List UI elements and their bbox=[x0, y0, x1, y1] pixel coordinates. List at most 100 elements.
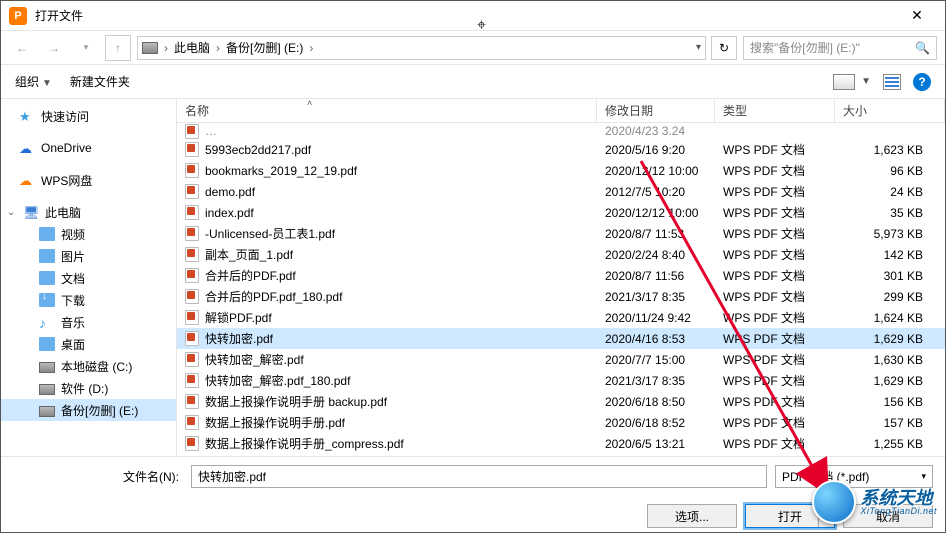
sidebar-item-drive-c[interactable]: 本地磁盘 (C:) bbox=[1, 355, 176, 377]
table-row[interactable]: 数据上报操作说明手册.pdf2020/6/18 8:52WPS PDF 文档15… bbox=[177, 412, 945, 433]
folder-icon bbox=[39, 271, 55, 285]
table-row[interactable]: 快转加密.pdf2020/4/16 8:53WPS PDF 文档1,629 KB bbox=[177, 328, 945, 349]
breadcrumb-sep-icon: › bbox=[309, 41, 313, 55]
address-dropdown-icon[interactable]: ▾ bbox=[696, 42, 701, 53]
file-type: WPS PDF 文档 bbox=[715, 393, 835, 410]
pdf-file-icon bbox=[185, 142, 199, 157]
cursor-icon: ⌖ bbox=[477, 17, 486, 35]
file-name: 数据上报操作说明手册_compress.pdf bbox=[205, 435, 404, 452]
table-row[interactable]: index.pdf2020/12/12 10:00WPS PDF 文档35 KB bbox=[177, 202, 945, 223]
nav-up-button[interactable]: ↑ bbox=[105, 35, 131, 61]
table-row[interactable]: 5993ecb2dd217.pdf2020/5/16 9:20WPS PDF 文… bbox=[177, 139, 945, 160]
filename-input[interactable] bbox=[191, 465, 767, 488]
file-name: 合并后的PDF.pdf bbox=[205, 267, 296, 284]
help-icon[interactable]: ? bbox=[913, 73, 931, 91]
search-placeholder: 搜索"备份[勿删] (E:)" bbox=[750, 39, 860, 56]
sidebar-item-video[interactable]: 视频 bbox=[1, 223, 176, 245]
file-size: 156 KB bbox=[835, 395, 945, 409]
file-size: 1,623 KB bbox=[835, 143, 945, 157]
file-size: 35 KB bbox=[835, 206, 945, 220]
nav-forward-button[interactable]: → bbox=[41, 35, 67, 61]
file-size: 1,624 KB bbox=[835, 311, 945, 325]
sidebar-item-onedrive[interactable]: ☁OneDrive bbox=[1, 137, 176, 159]
breadcrumb-root[interactable]: 此电脑 bbox=[174, 39, 210, 56]
nav-back-button[interactable]: ← bbox=[9, 35, 35, 61]
sidebar-item-desktop[interactable]: 桌面 bbox=[1, 333, 176, 355]
sidebar-item-wps[interactable]: ☁WPS网盘 bbox=[1, 169, 176, 191]
file-modified: 2020/12/12 10:00 bbox=[597, 164, 715, 178]
table-row[interactable]: demo.pdf2012/7/5 10:20WPS PDF 文档24 KB bbox=[177, 181, 945, 202]
pdf-file-icon bbox=[185, 394, 199, 409]
sort-indicator-icon: ˄ bbox=[307, 98, 312, 108]
file-name: -Unlicensed-员工表1.pdf bbox=[205, 225, 335, 242]
view-mode-button[interactable]: ▼ bbox=[833, 74, 871, 90]
file-name: bookmarks_2019_12_19.pdf bbox=[205, 164, 357, 178]
pdf-file-icon bbox=[185, 163, 199, 178]
preview-pane-button[interactable] bbox=[883, 74, 901, 90]
table-row[interactable]: 副本_页面_1.pdf2020/2/24 8:40WPS PDF 文档142 K… bbox=[177, 244, 945, 265]
folder-icon bbox=[39, 249, 55, 263]
nav-recent-button[interactable]: ▾ bbox=[73, 35, 99, 61]
file-modified: 2020/6/18 8:52 bbox=[597, 416, 715, 430]
table-row[interactable]: 数据上报操作说明手册 backup.pdf2020/6/18 8:50WPS P… bbox=[177, 391, 945, 412]
pdf-file-icon bbox=[185, 436, 199, 451]
sidebar-item-drive-d[interactable]: 软件 (D:) bbox=[1, 377, 176, 399]
breadcrumb-sep-icon: › bbox=[164, 41, 168, 55]
pdf-file-icon bbox=[185, 415, 199, 430]
file-modified: 2020/8/7 11:53 bbox=[597, 227, 715, 241]
pdf-file-icon bbox=[185, 373, 199, 388]
sidebar-item-music[interactable]: ♪音乐 bbox=[1, 311, 176, 333]
sidebar-item-drive-e[interactable]: 备份[勿删] (E:) bbox=[1, 399, 176, 421]
sidebar-item-downloads[interactable]: 下载 bbox=[1, 289, 176, 311]
breadcrumb-folder[interactable]: 备份[勿删] (E:) bbox=[226, 39, 303, 56]
file-type: WPS PDF 文档 bbox=[715, 330, 835, 347]
table-row[interactable]: -Unlicensed-员工表1.pdf2020/8/7 11:53WPS PD… bbox=[177, 223, 945, 244]
table-row[interactable]: 数据上报操作说明手册_compress.pdf2020/6/5 13:21WPS… bbox=[177, 433, 945, 454]
file-name: 副本_页面_1.pdf bbox=[205, 246, 293, 263]
search-input[interactable]: 搜索"备份[勿删] (E:)" 🔍 bbox=[743, 36, 937, 60]
column-header-modified[interactable]: 修改日期 bbox=[597, 99, 715, 122]
table-row[interactable]: 快转加密_解密.pdf2020/7/7 15:00WPS PDF 文档1,630… bbox=[177, 349, 945, 370]
filename-label: 文件名(N): bbox=[13, 468, 183, 485]
search-icon: 🔍 bbox=[915, 41, 930, 55]
refresh-button[interactable]: ↻ bbox=[711, 36, 737, 60]
file-size: 1,255 KB bbox=[835, 437, 945, 451]
file-name: 快转加密_解密.pdf_180.pdf bbox=[205, 372, 350, 389]
file-type: WPS PDF 文档 bbox=[715, 141, 835, 158]
file-type: WPS PDF 文档 bbox=[715, 162, 835, 179]
file-type: WPS PDF 文档 bbox=[715, 435, 835, 452]
column-header-size[interactable]: 大小 bbox=[835, 99, 945, 122]
column-header-type[interactable]: 类型 bbox=[715, 99, 835, 122]
address-bar[interactable]: › 此电脑 › 备份[勿删] (E:) › ▾ bbox=[137, 36, 706, 60]
sidebar-item-pictures[interactable]: 图片 bbox=[1, 245, 176, 267]
pdf-file-icon bbox=[185, 289, 199, 304]
table-row[interactable]: … 2020/4/23 3.24 bbox=[177, 123, 945, 139]
file-size: 299 KB bbox=[835, 290, 945, 304]
file-name: 数据上报操作说明手册.pdf bbox=[205, 414, 345, 431]
organize-button[interactable]: 组织▼ bbox=[15, 73, 52, 90]
table-row[interactable]: 解锁PDF.pdf2020/11/24 9:42WPS PDF 文档1,624 … bbox=[177, 307, 945, 328]
pdf-file-icon bbox=[185, 226, 199, 241]
chevron-down-icon[interactable]: ⌄ bbox=[7, 207, 17, 218]
file-name: 快转加密_解密.pdf bbox=[205, 351, 304, 368]
sidebar-item-quickaccess[interactable]: ★快速访问 bbox=[1, 105, 176, 127]
file-name: 5993ecb2dd217.pdf bbox=[205, 143, 311, 157]
sidebar-item-thispc[interactable]: ⌄🖥此电脑 bbox=[1, 201, 176, 223]
file-size: 301 KB bbox=[835, 269, 945, 283]
file-name: demo.pdf bbox=[205, 185, 255, 199]
table-row[interactable]: bookmarks_2019_12_19.pdf 2020/12/12 10:00… bbox=[177, 160, 945, 181]
close-button[interactable]: ✕ bbox=[897, 7, 937, 24]
file-name: 合并后的PDF.pdf_180.pdf bbox=[205, 288, 342, 305]
file-modified: 2020/8/7 11:56 bbox=[597, 269, 715, 283]
drive-icon bbox=[39, 384, 55, 395]
table-row[interactable]: 快转加密_解密.pdf_180.pdf2021/3/17 8:35WPS PDF… bbox=[177, 370, 945, 391]
table-row[interactable]: 合并后的PDF.pdf2020/8/7 11:56WPS PDF 文档301 K… bbox=[177, 265, 945, 286]
options-button[interactable]: 选项... bbox=[647, 504, 737, 528]
sidebar-item-documents[interactable]: 文档 bbox=[1, 267, 176, 289]
drive-icon bbox=[142, 42, 158, 54]
new-folder-button[interactable]: 新建文件夹 bbox=[70, 73, 130, 90]
music-icon: ♪ bbox=[39, 315, 55, 329]
column-header-name[interactable]: 名称 bbox=[177, 99, 597, 122]
table-row[interactable]: 合并后的PDF.pdf_180.pdf2021/3/17 8:35WPS PDF… bbox=[177, 286, 945, 307]
folder-icon bbox=[39, 337, 55, 351]
